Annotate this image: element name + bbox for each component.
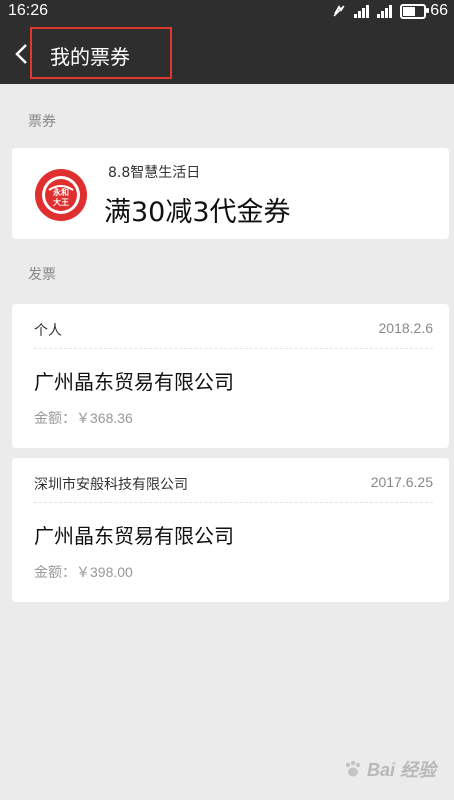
chevron-left-icon[interactable]: [14, 43, 28, 65]
battery-level: 66: [430, 2, 448, 19]
invoice-seller: 广州晶东贸易有限公司: [34, 524, 234, 548]
invoice-buyer: 个人: [34, 323, 62, 339]
coupon-subtitle: 8.8智慧生活日: [108, 165, 201, 181]
battery-icon: [400, 3, 430, 19]
page-title: 我的票券: [50, 45, 130, 69]
amount-value: ￥398.00: [76, 564, 133, 580]
app-header: 我的票券: [0, 24, 454, 84]
coupon-card[interactable]: 永和 大王 8.8智慧生活日 满30减3代金券: [12, 148, 449, 239]
logo-text-bottom: 大王: [53, 197, 69, 207]
signal-icon: [354, 4, 370, 18]
logo-text-top: 永和: [52, 187, 69, 197]
coupon-title: 满30减3代金券: [104, 197, 291, 228]
amount-label: 金额：: [34, 565, 76, 581]
paw-icon: [345, 760, 361, 777]
invoice-amount: 金额：￥368.36: [34, 408, 133, 428]
divider: [34, 502, 433, 503]
invoice-card[interactable]: 个人 2018.2.6 广州晶东贸易有限公司 金额：￥368.36: [12, 304, 449, 448]
status-bar: 16:26 66: [0, 0, 454, 24]
invoice-seller: 广州晶东贸易有限公司: [34, 370, 234, 394]
invoice-card[interactable]: 深圳市安般科技有限公司 2017.6.25 广州晶东贸易有限公司 金额：￥398…: [12, 458, 449, 602]
mute-icon: [333, 5, 345, 17]
invoice-amount: 金额：￥398.00: [34, 562, 133, 582]
signal-icon: [377, 4, 393, 18]
battery-fill: [403, 6, 416, 16]
amount-label: 金额：: [34, 411, 76, 427]
status-time: 16:26: [8, 2, 49, 19]
invoice-date: 2018.2.6: [378, 320, 434, 336]
coupons-section-label: 票券: [28, 114, 56, 130]
watermark-text: Bai 经验: [366, 760, 436, 780]
invoices-section-label: 发票: [28, 267, 56, 283]
divider: [34, 348, 433, 349]
amount-value: ￥368.36: [76, 410, 133, 426]
invoice-date: 2017.6.25: [370, 474, 433, 490]
battery-indicator: 66: [400, 2, 448, 20]
brand-logo-icon: 永和 大王: [35, 169, 87, 221]
invoice-buyer: 深圳市安般科技有限公司: [34, 477, 188, 493]
status-indicators: 66: [332, 2, 448, 20]
watermark: Bai 经验: [343, 756, 436, 782]
